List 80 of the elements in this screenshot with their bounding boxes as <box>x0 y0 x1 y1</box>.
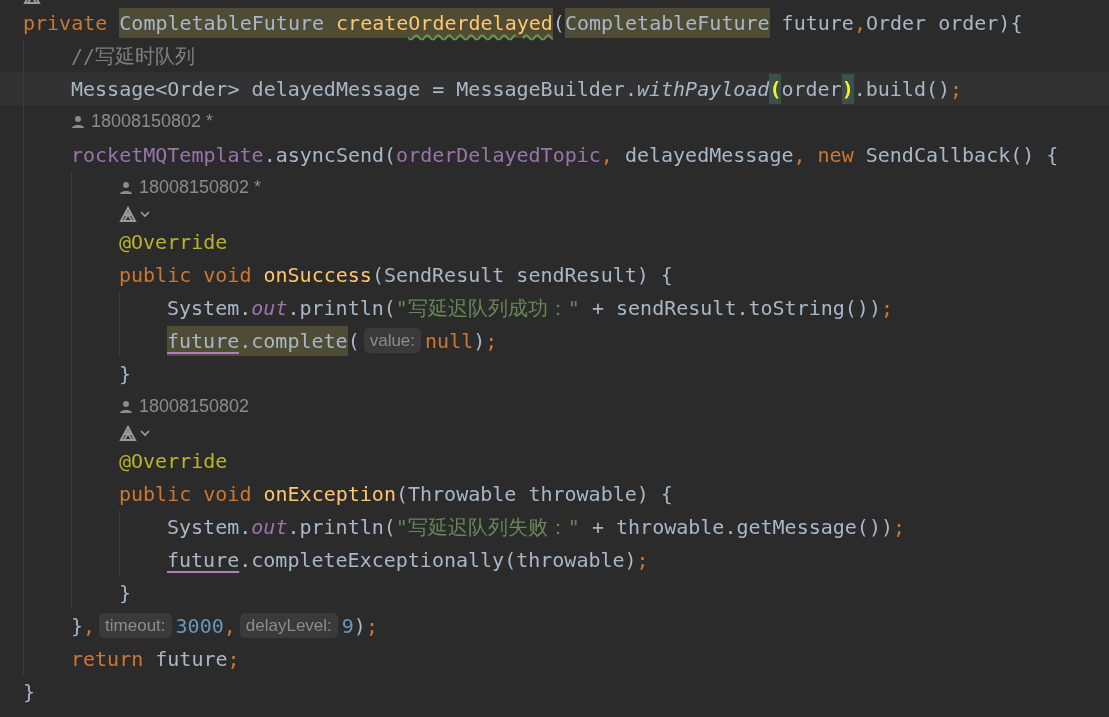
punctuation: , <box>600 141 614 169</box>
code-text: ) <box>473 327 486 355</box>
author-hint[interactable]: 18008150802 <box>139 393 250 420</box>
punctuation: ; <box>950 75 963 103</box>
method-name: create <box>324 7 409 38</box>
author-hint[interactable]: 18008150802 * <box>91 108 214 135</box>
triangle-knot-icon[interactable] <box>119 205 137 224</box>
code-text: ) <box>841 73 854 104</box>
code-text: ( <box>552 9 565 37</box>
field-name: rocketMQTemplate <box>71 141 264 169</box>
code-text: System. <box>167 294 252 322</box>
string-literal: "写延迟队列失败：" <box>395 513 580 541</box>
code-text: future <box>780 9 854 37</box>
code-text: (Throwable throwable) { <box>395 480 673 508</box>
code-text: System. <box>167 513 252 541</box>
number-literal: 3000 <box>175 612 224 640</box>
code-text: ( <box>347 327 360 355</box>
string-literal: "写延迟队列成功：" <box>395 294 580 322</box>
code-text: .println( <box>287 294 396 322</box>
punctuation: , <box>793 141 807 169</box>
code-text: future <box>167 325 240 356</box>
punctuation: ; <box>485 327 498 355</box>
annotation: @Override <box>119 228 228 256</box>
method-name: onException <box>263 480 396 508</box>
keyword: public void <box>119 480 253 508</box>
keyword: return <box>71 645 144 673</box>
type-name: CompletableFuture <box>119 7 325 38</box>
code-text: } <box>119 579 132 607</box>
inlay-hint: value: <box>363 328 422 353</box>
code-text: .complete <box>239 325 348 356</box>
field-name: out <box>251 294 288 322</box>
method-name: Orderdelayed <box>408 7 553 38</box>
keyword: new <box>817 141 854 169</box>
code-text: + sendResult.toString()) <box>590 294 881 322</box>
code-text: order <box>781 75 842 103</box>
punctuation: ; <box>365 612 378 640</box>
chevron-down-icon[interactable] <box>140 211 150 218</box>
code-text: } <box>23 678 36 706</box>
type-name: CompletableFuture <box>564 7 770 38</box>
code-text: .completeExceptionally(throwable) <box>239 546 637 574</box>
code-text: future <box>154 645 228 673</box>
inlay-hint: timeout: <box>99 613 172 638</box>
inlay-hint: delayLevel: <box>239 613 338 638</box>
code-text: future <box>167 546 240 574</box>
punctuation: ; <box>880 294 893 322</box>
number-literal: 9 <box>341 612 354 640</box>
code-text: .build() <box>853 75 951 103</box>
person-icon <box>119 399 133 414</box>
keyword: private <box>23 9 109 37</box>
code-text: (SendResult sendResult) { <box>371 261 673 289</box>
keyword: public void <box>119 261 253 289</box>
code-text: Message<Order> delayedMessage = MessageBuilder. <box>71 75 637 103</box>
keyword: null <box>425 327 474 355</box>
person-icon <box>71 114 85 129</box>
field-name: out <box>251 513 288 541</box>
code-text: + throwable.getMessage()) <box>590 513 893 541</box>
code-text: Order order){ <box>865 9 1023 37</box>
code-text: delayedMessage <box>624 141 794 169</box>
code-text: ) <box>353 612 366 640</box>
punctuation: ; <box>227 645 240 673</box>
code-comment: //写延时队列 <box>71 42 196 70</box>
method-call: withPayload <box>636 75 770 103</box>
annotation: @Override <box>119 447 228 475</box>
code-text: ( <box>769 73 782 104</box>
punctuation: ; <box>892 513 905 541</box>
code-text: } <box>71 612 84 640</box>
punctuation: , <box>83 612 96 640</box>
code-text: } <box>119 360 132 388</box>
code-text: .asyncSend( <box>263 141 397 169</box>
code-text: SendCallback() { <box>864 141 1059 169</box>
punctuation: , <box>223 612 236 640</box>
punctuation: , <box>853 9 866 37</box>
person-icon <box>119 180 133 195</box>
punctuation: ; <box>636 546 649 574</box>
triangle-knot-icon[interactable] <box>119 424 137 443</box>
method-name: onSuccess <box>263 261 372 289</box>
chevron-down-icon[interactable] <box>140 430 150 437</box>
field-name: orderDelayedTopic <box>396 141 601 169</box>
author-hint[interactable]: 18008150802 * <box>139 174 262 201</box>
code-text: .println( <box>287 513 396 541</box>
